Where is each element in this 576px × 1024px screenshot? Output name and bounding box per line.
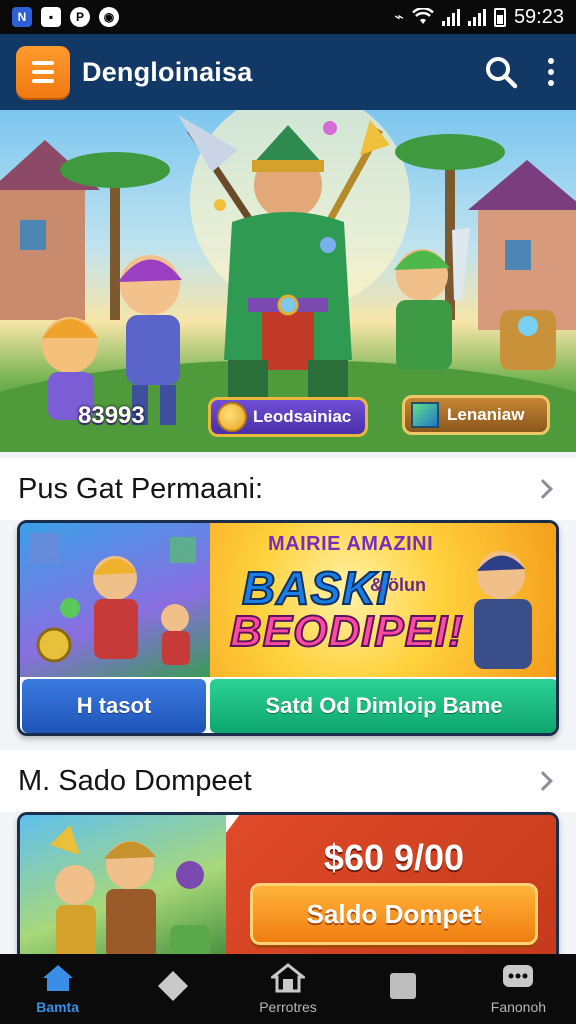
promo-headline-2: BEODIPEI! <box>229 606 464 657</box>
nav-label-chat: Fanonoh <box>490 999 547 1015</box>
vibrate-icon: ⌁ <box>394 9 404 26</box>
status-left-icons: N ▪ P ◉ <box>12 7 119 27</box>
promo-play-button[interactable]: Satd Od Dimloip Bame <box>210 679 556 733</box>
store-icon <box>271 963 305 993</box>
status-time: 59:23 <box>513 5 564 28</box>
promo-character-art <box>20 523 210 677</box>
status-bar: N ▪ P ◉ ⌁ 59:23 <box>0 0 576 34</box>
wallet-panel: $60 9/00 Saldo Dompet <box>226 815 556 962</box>
games-section-title: Pus Gat Permaani: <box>18 472 263 505</box>
nav-label-home: Bamta <box>36 999 79 1015</box>
games-section-header[interactable]: Pus Gat Permaani: <box>0 458 576 520</box>
chat-icon <box>503 965 534 987</box>
camera-icon: ◉ <box>99 7 119 27</box>
promo-card[interactable]: MAIRIE AMAZINI BASKI & ölun BEODIPEI! H … <box>17 520 559 736</box>
promo-banner[interactable]: MAIRIE AMAZINI BASKI & ölun BEODIPEI! <box>210 523 556 677</box>
promo-headline-1-small: & ölun <box>370 575 426 595</box>
app-screen: N ▪ P ◉ ⌁ 59:23 Dengloinaisa 83993 Leods… <box>0 0 576 1024</box>
wallet-character-art <box>20 815 226 962</box>
nav-item-chat[interactable]: Fanonoh <box>461 954 576 1024</box>
nav-item-diamond[interactable] <box>115 954 230 1024</box>
diamond-icon <box>157 971 188 1001</box>
promo-kicker: MAIRIE AMAZINI <box>268 533 434 555</box>
battery-icon <box>493 7 506 27</box>
wallet-section-title: M. Sado Dompeet <box>18 764 252 797</box>
hero-score: 83993 <box>78 402 145 429</box>
chevron-right-icon[interactable] <box>533 479 553 499</box>
signal-icon-2 <box>467 8 486 26</box>
nav-label-store: Perrotres <box>259 999 317 1015</box>
bottom-nav: Bamta Perrotres Fanonoh <box>0 954 576 1024</box>
promo-left-button[interactable]: H tasot <box>22 679 206 733</box>
wallet-card[interactable]: $60 9/00 Saldo Dompet <box>17 812 559 962</box>
photo-icon: ▪ <box>41 7 61 27</box>
coin-icon <box>217 402 247 432</box>
nav-item-store[interactable]: Perrotres <box>230 954 345 1024</box>
chevron-right-icon[interactable] <box>533 771 553 791</box>
coin-badge[interactable]: Leodsainiac <box>208 397 368 437</box>
app-bar: Dengloinaisa <box>0 34 576 110</box>
wifi-icon <box>412 8 434 24</box>
status-right: ⌁ 59:23 <box>394 6 564 29</box>
signal-icon <box>441 8 460 26</box>
gem-badge-label: Lenaniaw <box>447 405 525 424</box>
play-icon: P <box>70 7 90 27</box>
nav-item-home[interactable]: Bamta <box>0 954 115 1024</box>
wallet-balance-button[interactable]: Saldo Dompet <box>250 883 538 945</box>
notification-icon: N <box>12 7 32 27</box>
menu-button[interactable] <box>16 46 70 98</box>
gem-badge[interactable]: Lenaniaw <box>402 395 550 435</box>
promo-character-right <box>474 551 532 669</box>
coin-badge-label: Leodsainiac <box>253 407 352 426</box>
hero-banner[interactable]: 83993 Leodsainiac Lenaniaw <box>0 110 576 452</box>
wallet-balance: $60 9/00 <box>323 837 465 878</box>
app-title: Dengloinaisa <box>82 56 253 87</box>
home-icon <box>42 965 73 991</box>
nav-item-square[interactable] <box>346 954 461 1024</box>
more-vert-icon[interactable] <box>548 58 554 86</box>
search-icon[interactable] <box>484 55 518 89</box>
square-icon <box>390 973 417 999</box>
gem-icon <box>411 402 439 428</box>
wallet-section-header[interactable]: M. Sado Dompeet <box>0 750 576 812</box>
